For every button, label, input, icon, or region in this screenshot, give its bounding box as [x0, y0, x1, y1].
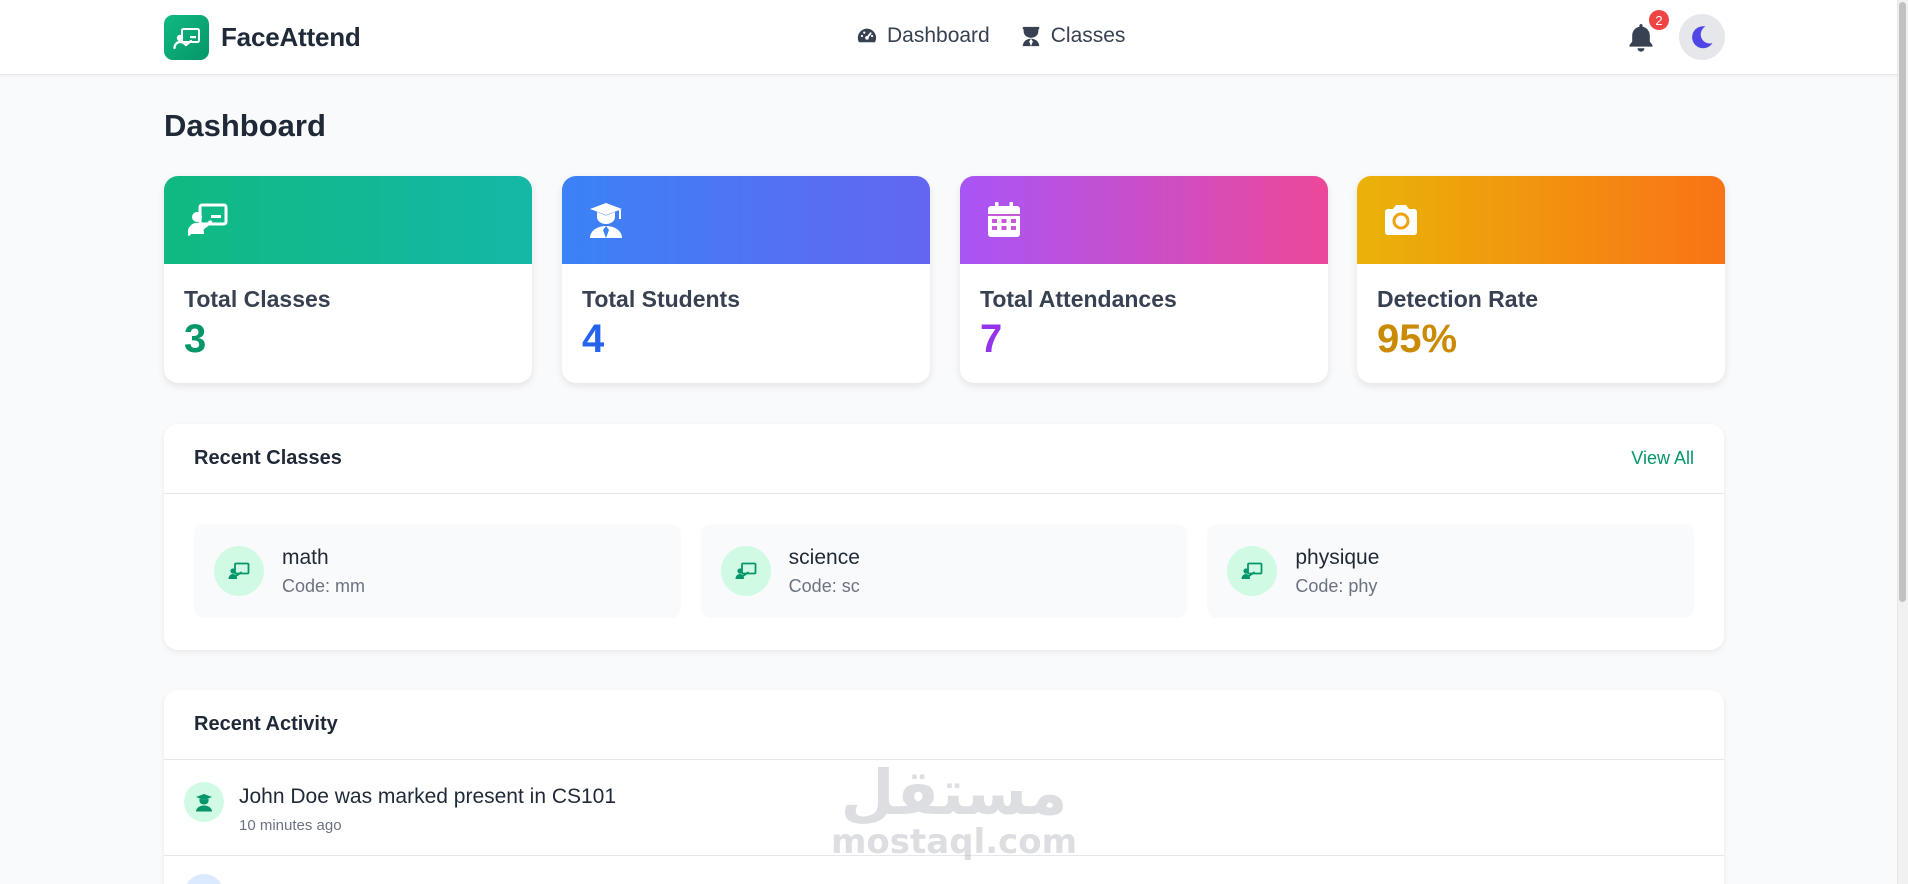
stat-card-total-attendances: Total Attendances 7 [960, 176, 1328, 383]
calendar-icon [988, 202, 1020, 237]
graduate-icon [590, 203, 622, 238]
nav-dashboard[interactable]: Dashboard [856, 24, 990, 48]
stat-card-total-classes: Total Classes 3 [164, 176, 532, 383]
stat-value: 4 [582, 317, 605, 361]
chalkboard-teacher-icon [720, 546, 771, 596]
class-code: Code: phy [1295, 575, 1378, 596]
notification-badge: 2 [1649, 10, 1669, 30]
nav-classes[interactable]: Classes [1020, 24, 1126, 48]
brand-name: FaceAttend [221, 22, 361, 52]
view-all-link[interactable]: View All [1631, 448, 1694, 469]
chalkboard-teacher-icon [188, 203, 228, 236]
panel-header: Recent Activity [164, 690, 1724, 760]
stat-label: Detection Rate [1377, 286, 1539, 312]
watermark-arabic: مستقل [840, 756, 1068, 830]
nav-dashboard-label: Dashboard [887, 24, 990, 47]
panel-header: Recent Classes View All [164, 424, 1724, 494]
moon-icon [1692, 26, 1713, 49]
class-code: Code: mm [282, 575, 366, 596]
stat-label: Total Students [582, 286, 741, 312]
activity-time: 10 minutes ago [239, 817, 342, 834]
chalkboard-teacher-icon [1227, 546, 1278, 596]
panel-title: Recent Activity [194, 713, 338, 735]
stat-value: 3 [184, 317, 207, 361]
class-name: science [788, 545, 860, 569]
panel-title: Recent Classes [194, 447, 342, 469]
stat-card-header [1357, 176, 1725, 264]
stat-card-total-students: Total Students 4 [562, 176, 930, 383]
graduate-icon [184, 782, 224, 822]
stat-value: 95% [1377, 317, 1458, 361]
activity-text: John Doe was marked present in CS101 [239, 785, 617, 808]
nav-classes-label: Classes [1050, 24, 1126, 47]
stat-card-detection-rate: Detection Rate 95% [1357, 176, 1725, 383]
stat-value: 7 [980, 317, 1003, 361]
stat-card-header [164, 176, 532, 264]
class-card-physique[interactable]: physique Code: phy [1207, 524, 1695, 618]
recent-classes-panel: Recent Classes View All math Code: mm sc… [164, 424, 1724, 650]
brand[interactable]: FaceAttend [164, 15, 361, 60]
class-card-science[interactable]: science Code: sc [700, 524, 1188, 618]
graduate-icon [1022, 26, 1039, 47]
top-navbar: FaceAttend Dashboard Classes 2 [0, 0, 1897, 75]
gauge-icon [857, 28, 877, 43]
stat-card-header [960, 176, 1328, 264]
chalkboard-teacher-icon [164, 15, 209, 60]
stat-label: Total Attendances [980, 286, 1177, 312]
scrollbar-thumb[interactable] [1899, 2, 1906, 602]
class-name: physique [1295, 545, 1380, 569]
vertical-scrollbar[interactable] [1897, 0, 1908, 884]
theme-toggle-button[interactable] [1679, 14, 1725, 60]
stat-card-header [562, 176, 930, 264]
watermark-latin: mostaql.com [830, 822, 1078, 863]
class-card-math[interactable]: math Code: mm [194, 524, 681, 618]
chalkboard-teacher-icon [214, 546, 264, 596]
camera-icon [1385, 205, 1417, 235]
activity-icon [184, 874, 224, 884]
stat-label: Total Classes [184, 286, 331, 312]
class-name: math [282, 545, 329, 569]
page-title: Dashboard [164, 108, 326, 143]
class-list: math Code: mm science Code: sc physique … [164, 494, 1724, 648]
main-nav: Dashboard Classes [856, 24, 1125, 48]
watermark: مستقل mostaql.com [831, 752, 1077, 872]
class-code: Code: sc [788, 575, 860, 596]
app-viewport: FaceAttend Dashboard Classes 2 Dashboard… [0, 0, 1897, 884]
